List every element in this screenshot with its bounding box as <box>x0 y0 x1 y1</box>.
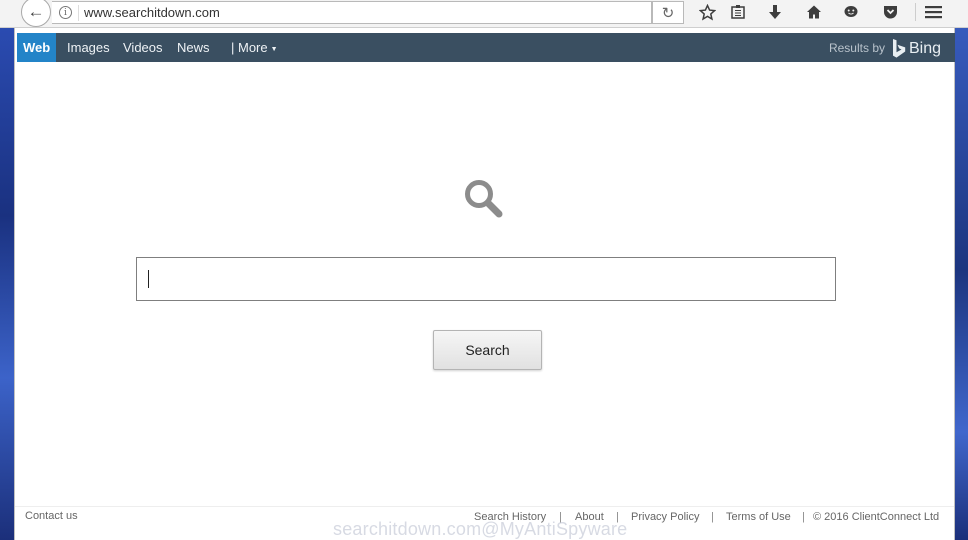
results-by-label: Results by <box>828 41 885 55</box>
search-input[interactable] <box>136 257 836 301</box>
download-icon[interactable] <box>764 2 786 22</box>
browser-toolbar: ← i www.searchitdown.com ↻ <box>0 0 968 28</box>
bing-logo-text: Bing <box>908 39 941 57</box>
chat-icon[interactable] <box>840 2 862 22</box>
url-divider <box>78 5 79 21</box>
reading-list-icon[interactable] <box>727 2 749 22</box>
footer-separator: | <box>711 511 714 523</box>
dropdown-caret-icon: ▼ <box>270 46 278 53</box>
footer-divider <box>15 506 954 507</box>
watermark-text: searchitdown.com@MyAntiSpyware <box>333 519 628 539</box>
desktop-background-left <box>0 0 14 540</box>
bing-b-icon <box>892 39 906 58</box>
search-button[interactable]: Search <box>433 330 542 370</box>
reload-icon: ↻ <box>661 4 675 22</box>
search-navbar: Web Images Videos News | More ▼ Results b… <box>17 33 955 62</box>
toolbar-separator <box>915 3 916 21</box>
back-button[interactable]: ← <box>21 0 51 27</box>
nav-tab-news[interactable]: News <box>171 33 216 62</box>
back-arrow-icon: ← <box>27 2 45 21</box>
address-bar[interactable]: i www.searchitdown.com <box>52 1 652 24</box>
search-icon <box>465 180 503 218</box>
star-icon[interactable] <box>696 2 718 22</box>
copyright-text: © 2016 ClientConnect Ltd <box>813 511 940 523</box>
nav-more-label: | More <box>231 40 268 55</box>
home-icon[interactable] <box>803 2 825 22</box>
bing-logo[interactable]: Bing <box>892 39 941 58</box>
site-info-icon[interactable]: i <box>59 6 72 19</box>
footer-separator: | <box>802 511 805 523</box>
page-content: Web Images Videos News | More ▼ Results b… <box>14 28 955 540</box>
desktop-background-right <box>954 0 968 540</box>
pocket-icon[interactable] <box>879 2 901 22</box>
menu-icon[interactable] <box>922 2 944 22</box>
nav-tab-web[interactable]: Web <box>17 33 57 62</box>
url-text[interactable]: www.searchitdown.com <box>84 5 220 20</box>
reload-button[interactable]: ↻ <box>652 1 684 24</box>
nav-tab-videos[interactable]: Videos <box>117 33 169 62</box>
contact-us-link[interactable]: Contact us <box>25 510 78 522</box>
text-cursor <box>148 270 149 288</box>
nav-more-menu[interactable]: | More ▼ <box>225 33 284 62</box>
footer-link-terms-of-use[interactable]: Terms of Use <box>726 511 791 523</box>
footer-link-privacy-policy[interactable]: Privacy Policy <box>631 511 699 523</box>
nav-tab-images[interactable]: Images <box>61 33 116 62</box>
